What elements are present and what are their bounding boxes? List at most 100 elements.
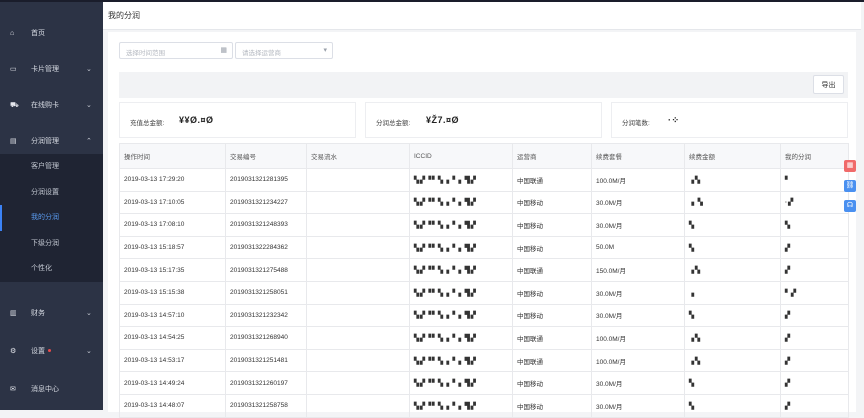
message-icon: ✉	[10, 385, 16, 393]
headset-icon[interactable]: ☊	[844, 200, 856, 212]
table-cell: ▚	[684, 213, 781, 237]
table-cell	[306, 213, 410, 237]
table-cell: 2019031321258051	[225, 280, 307, 305]
split-icon: ▤	[10, 138, 17, 145]
sidebar-item-messages[interactable]: ✉ 消息中心	[0, 377, 103, 402]
sidebar-item-online-purchase[interactable]: ⛟ 在线购卡 ⌄	[0, 93, 103, 118]
table-cell: 2019031321275488	[225, 258, 307, 282]
table-cell: ▚	[684, 303, 781, 328]
table-cell: 2019031321281395	[225, 168, 307, 192]
table-cell	[306, 168, 410, 192]
table-cell: 2019-03-13 14:53:17	[119, 348, 226, 373]
sidebar-subitem-my-split[interactable]: 我的分润	[0, 205, 103, 231]
table-cell: 30.0M/月	[591, 371, 685, 395]
sidebar-subitem-customers[interactable]: 客户管理	[0, 154, 103, 180]
grid-icon[interactable]: ▦	[844, 160, 856, 172]
table-cell	[306, 190, 410, 215]
sidebar-subitem-sub-split[interactable]: 下级分润	[0, 231, 103, 257]
table-cell: 100.0M/月	[591, 168, 685, 192]
summary-bar: 充值总金额: ¥¥Ø.¤Ø 分润总金额: ¥Ž7.¤Ø 分润笔数: ·⁘	[119, 102, 848, 138]
table-cell: ▚▞▝▘▚▗▝▗ ▜▞	[409, 280, 513, 305]
table-cell: 中国移动	[512, 393, 592, 418]
table-cell: 2019-03-13 14:54:25	[119, 326, 226, 350]
table-cell: 2019-03-13 17:29:20	[119, 168, 226, 192]
table-cell: 中国移动	[512, 213, 592, 237]
chevron-down-icon: ⌄	[86, 102, 92, 109]
table-row: 2019-03-13 17:08:10 2019031321248393 ▚▞▝▘▚…	[119, 213, 849, 237]
sidebar-item-label: 在线购卡	[31, 102, 59, 109]
export-button[interactable]: 导出	[813, 75, 844, 94]
table-cell	[306, 258, 410, 282]
split-count-value: ·⁘	[668, 115, 680, 125]
table-cell: ▗▚	[684, 258, 781, 282]
recharge-total-label: 充值总金额:	[130, 120, 165, 127]
table-cell: 中国移动	[512, 280, 592, 305]
sidebar-item-label: 分润管理	[31, 138, 59, 145]
table-cell: 2019031321260197	[225, 371, 307, 395]
table-cell: 中国移动	[512, 190, 592, 215]
table-cell: ▚	[684, 393, 781, 418]
sidebar: ⌂ 首页 ▭ 卡片管理 ⌄ ⛟ 在线购卡 ⌄ ▤ 分润管理 ⌃ 客户管理 分润设…	[0, 2, 103, 410]
chevron-down-icon: ⌄	[86, 66, 92, 73]
column-header: 我的分润	[780, 143, 849, 169]
calendar-icon: ▦	[220, 47, 227, 54]
split-count-label: 分润笔数:	[622, 120, 650, 127]
table-cell: 2019031321234227	[225, 190, 307, 215]
table-cell	[306, 393, 410, 418]
table-cell: ▗	[684, 280, 781, 305]
table-cell: ▗▚	[684, 168, 781, 192]
sidebar-item-home[interactable]: ⌂ 首页	[0, 21, 103, 46]
link-icon[interactable]: ⛓	[844, 180, 856, 192]
table-cell: 30.0M/月	[591, 190, 685, 215]
table-row: 2019-03-13 14:57:10 2019031321232342 ▚▞▝▘▚…	[119, 303, 849, 328]
table-cell	[306, 348, 410, 373]
card-icon: ▭	[10, 66, 17, 73]
table-row: 2019-03-13 14:48:07 2019031321258758 ▚▞▝▘▚…	[119, 393, 849, 418]
sidebar-subitem-split-settings[interactable]: 分润设置	[0, 180, 103, 206]
table-cell: ▚	[684, 235, 781, 260]
sidebar-item-label: 消息中心	[31, 385, 59, 393]
operator-select[interactable]: 请选择运营商 ▾	[235, 42, 333, 59]
table-cell: 中国移动	[512, 371, 592, 395]
chevron-down-icon: ⌄	[86, 347, 92, 355]
column-header: 续费金额	[684, 143, 781, 169]
sidebar-item-label: 财务	[31, 309, 45, 317]
sidebar-item-label: 设置	[31, 347, 45, 355]
content-panel: 选择时间范围 ▦ 请选择运营商 ▾ 导出 充值总金额: ¥¥Ø.¤Ø 分润总金额…	[108, 32, 856, 418]
table-cell: ▚▞▝▘▚▗▝▗ ▜▞	[409, 258, 513, 282]
sidebar-item-finance[interactable]: ▥ 财务 ⌄	[0, 301, 103, 326]
column-header: 操作时间	[119, 143, 226, 169]
page-title: 我的分润	[108, 11, 140, 20]
table-cell: 中国联通	[512, 258, 592, 282]
sidebar-item-card-management[interactable]: ▭ 卡片管理 ⌄	[0, 57, 103, 82]
table-cell	[306, 326, 410, 350]
summary-card-split: 分润总金额: ¥Ž7.¤Ø	[365, 102, 602, 138]
table-cell: 中国联通	[512, 348, 592, 373]
submenu-split: 客户管理 分润设置 我的分润 下级分润 个性化	[0, 154, 103, 282]
table-cell: 2019031321248393	[225, 213, 307, 237]
sidebar-item-settings[interactable]: ⚙ 设置 ⌄	[0, 339, 103, 364]
table-cell: 中国联通	[512, 326, 592, 350]
table-cell: ▚▞▝▘▚▗▝▗ ▜▞	[409, 393, 513, 418]
table-cell: 2019-03-13 17:10:05	[119, 190, 226, 215]
toolbar: 导出	[119, 72, 848, 98]
split-table: 操作时间 交易编号 交易流水 ICCID 运营商 续费套餐 续费金额 我的分润 2019-03…	[119, 143, 849, 418]
date-range-picker[interactable]: 选择时间范围 ▦	[119, 42, 233, 59]
table-cell: ▗ ▚	[684, 190, 781, 215]
table-row: 2019-03-13 17:10:05 2019031321234227 ▚▞▝▘▚…	[119, 190, 849, 215]
table-cell: ·▞	[780, 190, 849, 215]
sidebar-subitem-personalize[interactable]: 个性化	[0, 256, 103, 282]
table-cell: 150.0M/月	[591, 258, 685, 282]
split-total-value: ¥Ž7.¤Ø	[426, 115, 460, 125]
table-cell: 2019-03-13 15:18:57	[119, 235, 226, 260]
table-row: 2019-03-13 15:18:57 2019031322284362 ▚▞▝▘▚…	[119, 235, 849, 260]
table-cell: 2019031321251481	[225, 348, 307, 373]
sidebar-item-label: 首页	[31, 30, 45, 37]
column-header: 交易流水	[306, 143, 410, 169]
column-header: 运营商	[512, 143, 592, 169]
recharge-total-value: ¥¥Ø.¤Ø	[179, 115, 214, 125]
table-cell: 2019031322284362	[225, 235, 307, 260]
home-icon: ⌂	[10, 30, 15, 37]
sidebar-item-split-management[interactable]: ▤ 分润管理 ⌃	[0, 129, 103, 154]
split-total-label: 分润总金额:	[376, 120, 411, 127]
